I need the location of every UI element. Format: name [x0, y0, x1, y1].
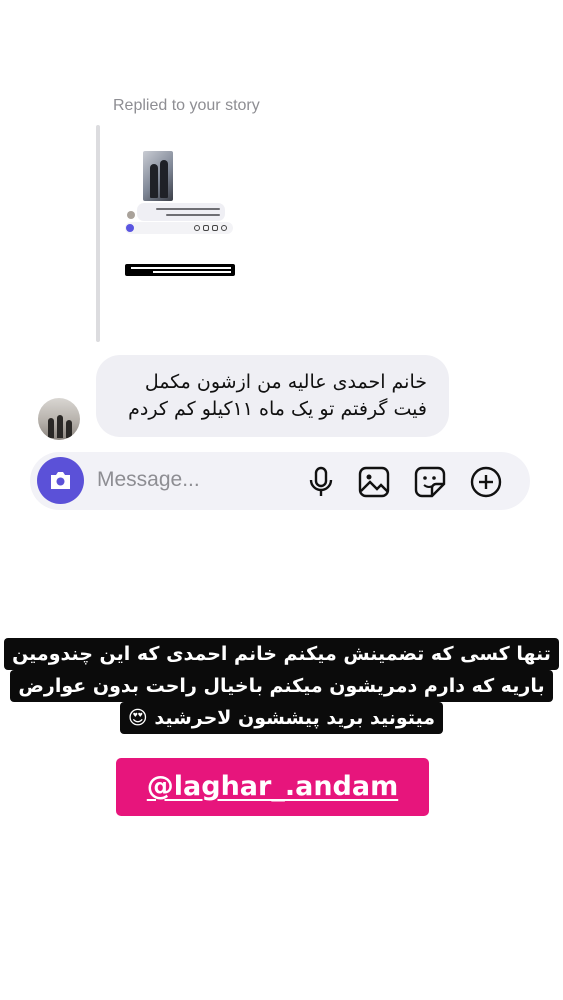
camera-icon — [51, 472, 70, 489]
story-photo — [143, 151, 173, 201]
add-button[interactable] — [469, 465, 503, 499]
mention-sticker[interactable]: @laghar_.andam — [116, 758, 429, 816]
message-line-2: فیت گرفتم تو یک ماه ۱۱کیلو کم کردم — [128, 398, 427, 420]
message-composer: Message... — [30, 452, 530, 510]
message-line-1: خانم احمدی عالیه من ازشون مکمل — [144, 371, 427, 393]
microphone-button[interactable] — [304, 465, 338, 499]
gallery-button[interactable] — [357, 465, 391, 499]
caption-line-3: میتونید برید پیششون لاحرشید 😍 — [119, 702, 444, 734]
caption-line-2: باریه که دارم دمریشون میکنم باخیال راحت … — [10, 670, 553, 702]
sticker-icon — [414, 466, 446, 498]
mention-text: @laghar_.andam — [146, 771, 399, 802]
gallery-icon — [358, 466, 390, 498]
message-bubble[interactable]: خانم احمدی عالیه من ازشون مکمل فیت گرفتم… — [96, 355, 449, 437]
microphone-icon — [309, 466, 333, 496]
caption-line-1: تنها کسی که تضمینش میکنم خانم احمدی که ا… — [4, 638, 559, 670]
story-thumbnail[interactable] — [103, 127, 245, 339]
message-input[interactable]: Message... — [97, 468, 200, 492]
story-caption: تنها کسی که تضمینش میکنم خانم احمدی که ا… — [0, 638, 563, 734]
quote-bar — [96, 125, 100, 342]
add-icon — [470, 466, 502, 498]
sender-avatar[interactable] — [38, 398, 80, 440]
sticker-button[interactable] — [413, 465, 447, 499]
replied-to-story-label: Replied to your story — [113, 97, 260, 114]
camera-button[interactable] — [37, 457, 84, 504]
